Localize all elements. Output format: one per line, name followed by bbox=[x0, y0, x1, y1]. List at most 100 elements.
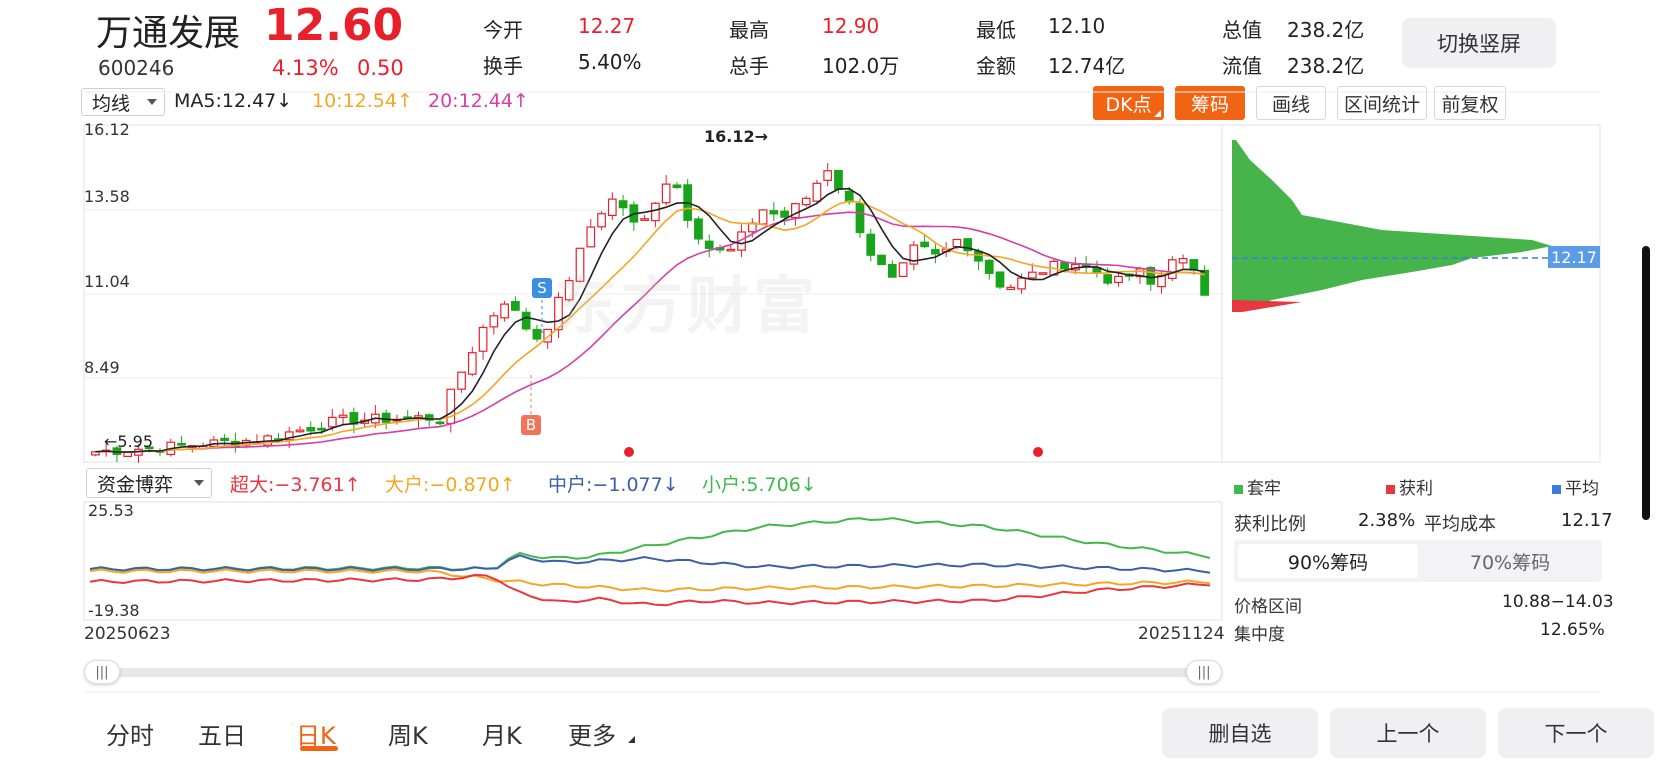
signal-dot bbox=[1033, 447, 1043, 457]
profit-ratio-label: 获利比例 bbox=[1234, 514, 1306, 535]
chevron-down-icon bbox=[194, 480, 204, 486]
candle-body bbox=[812, 182, 822, 202]
flow-y-bottom: -19.38 bbox=[88, 601, 140, 620]
candle-body bbox=[984, 259, 994, 274]
candle-body bbox=[1038, 272, 1048, 275]
avg-cost-value: 12.17 bbox=[1561, 510, 1613, 531]
flow-y-top: 25.53 bbox=[88, 501, 134, 520]
vertical-scrollbar[interactable] bbox=[1642, 246, 1650, 520]
candle-body bbox=[758, 209, 768, 225]
capital-flow-select[interactable]: 资金博弈 bbox=[86, 468, 212, 498]
candle-body bbox=[995, 271, 1005, 288]
candle-body bbox=[661, 183, 671, 204]
candle-body bbox=[500, 303, 509, 319]
avg-cost-label: 平均成本 bbox=[1424, 514, 1496, 535]
candle-body bbox=[651, 202, 660, 222]
flow-chaoda: 超大:−3.761↑ bbox=[230, 474, 361, 496]
price-range-label: 价格区间 bbox=[1234, 597, 1302, 617]
concentration-value: 12.65% bbox=[1540, 620, 1605, 640]
candle-body bbox=[1189, 259, 1199, 271]
candle-body bbox=[844, 190, 854, 203]
candle-body bbox=[877, 254, 886, 266]
candle-body bbox=[1103, 274, 1113, 284]
next-stock-button[interactable]: 下一个 bbox=[1498, 708, 1654, 758]
candle-body bbox=[338, 414, 348, 419]
profit-ratio-value: 2.38% bbox=[1358, 510, 1416, 531]
candle-body bbox=[327, 416, 337, 428]
candle-body bbox=[306, 427, 316, 432]
candle-body bbox=[177, 442, 186, 446]
y-label-1: 16.12 bbox=[84, 120, 130, 139]
tab-weekly-k[interactable]: 周K bbox=[388, 716, 428, 751]
candle-body bbox=[726, 248, 736, 252]
candle-body bbox=[1017, 277, 1026, 290]
candle-body bbox=[834, 169, 843, 190]
legend-trapped-label: 套牢 bbox=[1247, 479, 1281, 499]
candle-body bbox=[586, 226, 596, 248]
candle-body bbox=[672, 184, 682, 189]
flow-xiaohu-line bbox=[89, 517, 1211, 572]
flow-frame bbox=[83, 501, 1223, 621]
candle-body bbox=[1178, 257, 1188, 264]
candle-body bbox=[457, 371, 466, 390]
candle-body bbox=[489, 315, 499, 328]
previous-stock-button[interactable]: 上一个 bbox=[1330, 708, 1486, 758]
tab-monthly-k[interactable]: 月K bbox=[482, 716, 522, 751]
candle-body bbox=[295, 429, 305, 433]
concentration-label: 集中度 bbox=[1234, 625, 1285, 645]
buy-signal-marker: B bbox=[521, 415, 541, 435]
candle-body bbox=[952, 238, 962, 248]
y-label-2: 13.58 bbox=[84, 187, 130, 206]
candle-body bbox=[694, 218, 703, 240]
remove-watchlist-button[interactable]: 删自选 bbox=[1162, 708, 1318, 758]
signal-dot bbox=[624, 447, 634, 457]
candle-body bbox=[618, 200, 628, 209]
end-date: 20251124 bbox=[1138, 624, 1225, 644]
tab-chip-70[interactable]: 70%筹码 bbox=[1420, 544, 1600, 578]
start-date: 20250623 bbox=[84, 624, 171, 644]
tab-more[interactable]: 更多 bbox=[568, 716, 616, 751]
price-range-value: 10.88−14.03 bbox=[1502, 592, 1614, 612]
low-marker: ←5.95 bbox=[104, 432, 154, 451]
chip-profit-area bbox=[1232, 300, 1302, 312]
legend-profit-label: 获利 bbox=[1399, 479, 1433, 499]
high-marker: 16.12→ bbox=[704, 127, 769, 146]
tab-five-day[interactable]: 五日 bbox=[198, 716, 246, 751]
range-track[interactable] bbox=[88, 668, 1220, 677]
kline-chart[interactable] bbox=[0, 0, 1664, 768]
chip-legend-profit: 获利 bbox=[1386, 474, 1433, 499]
candle-body bbox=[866, 233, 876, 256]
candle-body bbox=[446, 388, 456, 425]
candle-body bbox=[780, 210, 789, 218]
flow-xiaohu: 小户:5.706↓ bbox=[702, 474, 817, 496]
candle-body bbox=[317, 427, 326, 431]
candle-body bbox=[704, 240, 714, 249]
candle-body bbox=[769, 210, 779, 215]
y-label-3: 11.04 bbox=[84, 272, 130, 291]
candle-body bbox=[521, 311, 531, 330]
tab-chip-90[interactable]: 90%筹码 bbox=[1238, 544, 1418, 578]
candle-body bbox=[532, 328, 542, 340]
candle-body bbox=[855, 202, 865, 234]
candle-body bbox=[467, 352, 477, 375]
candle-body bbox=[640, 218, 649, 221]
candle-body bbox=[597, 213, 606, 228]
candle-body bbox=[801, 197, 811, 206]
candle-body bbox=[607, 198, 617, 216]
candle-body bbox=[1114, 275, 1123, 283]
flow-zhonghu: 中户:−1.077↓ bbox=[548, 474, 679, 496]
range-handle-left[interactable]: ||| bbox=[84, 660, 120, 684]
candle-body bbox=[823, 170, 833, 181]
candle-body bbox=[381, 412, 391, 423]
candle-body bbox=[220, 437, 229, 442]
tab-intraday[interactable]: 分时 bbox=[106, 716, 154, 751]
flow-dahu: 大户:−0.870↑ bbox=[385, 474, 516, 496]
chip-trapped-area bbox=[1232, 140, 1552, 310]
range-handle-right[interactable]: ||| bbox=[1186, 660, 1222, 684]
chip-legend-avg: 平均 bbox=[1552, 474, 1599, 499]
more-corner-icon bbox=[628, 736, 635, 743]
candle-body bbox=[1027, 271, 1037, 279]
y-label-4: 8.49 bbox=[84, 358, 120, 377]
candle-body bbox=[1167, 259, 1177, 280]
candle-body bbox=[1006, 286, 1016, 290]
